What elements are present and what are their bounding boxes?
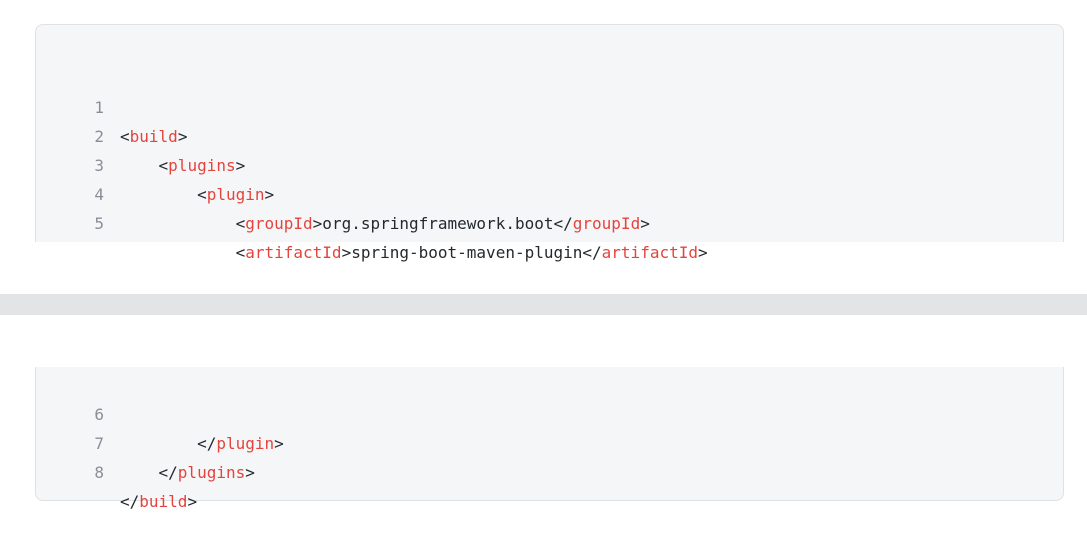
code-line: 2 <plugins> xyxy=(36,93,245,175)
code-token: </ xyxy=(120,463,178,482)
code-token: plugins xyxy=(177,463,246,482)
code-token: < xyxy=(120,127,130,146)
code-token: artifactId xyxy=(245,243,342,262)
code-token: artifactId xyxy=(601,243,698,262)
code-text: <groupId>org.springframework.boot</group… xyxy=(120,209,650,238)
code-token: > xyxy=(274,434,284,453)
code-text: <plugin> xyxy=(120,180,274,209)
line-number: 5 xyxy=(94,214,104,233)
code-token: > xyxy=(177,127,188,146)
code-token: < xyxy=(120,243,246,262)
code-token: > xyxy=(245,463,255,482)
code-token: >org.springframework.boot</ xyxy=(312,214,573,233)
code-token: < xyxy=(120,185,207,204)
code-token: groupId xyxy=(245,214,313,233)
code-line: 7 </plugins> xyxy=(36,400,255,482)
code-text: </plugins> xyxy=(120,458,255,487)
code-token: plugins xyxy=(168,156,236,175)
code-lines-bottom: 6 </plugin> 7 </plugins> 8 </build> xyxy=(36,371,283,511)
code-block-top: 1 <build> 2 <plugins> 3 <plugin> 4 <grou… xyxy=(35,24,1064,262)
code-line: 8 </build> xyxy=(36,429,197,511)
code-line: 4 <groupId>org.springframework.boot</gro… xyxy=(36,151,649,233)
code-line: 3 <plugin> xyxy=(36,122,274,204)
code-token: > xyxy=(697,243,708,262)
code-token: plugin xyxy=(216,434,275,453)
code-token: plugin xyxy=(206,185,265,204)
code-token: < xyxy=(120,214,246,233)
code-block-bottom: 6 </plugin> 7 </plugins> 8 </build> xyxy=(35,367,1064,511)
code-line: 5 <artifactId>spring-boot-maven-plugin</… xyxy=(36,180,707,262)
code-lines-top: 1 <build> 2 <plugins> 3 <plugin> 4 <grou… xyxy=(36,64,707,262)
page-break-divider xyxy=(0,294,1087,315)
code-token: < xyxy=(120,156,169,175)
code-text: <build> xyxy=(120,122,187,151)
code-token: groupId xyxy=(572,214,641,233)
code-token: </ xyxy=(120,434,217,453)
code-token: > xyxy=(235,156,246,175)
code-token: > xyxy=(187,492,198,511)
code-text: </plugin> xyxy=(120,429,284,458)
code-line: 1 <build> xyxy=(36,64,187,146)
code-line: 6 </plugin> xyxy=(36,371,283,453)
line-number: 8 xyxy=(94,463,104,482)
code-token: build xyxy=(129,127,178,146)
code-token: >spring-boot-maven-plugin</ xyxy=(341,243,602,262)
code-token: > xyxy=(640,214,650,233)
code-token: </ xyxy=(120,492,140,511)
code-text: <artifactId>spring-boot-maven-plugin</ar… xyxy=(120,238,708,267)
code-token: build xyxy=(139,492,188,511)
code-text: <plugins> xyxy=(120,151,246,180)
code-token: > xyxy=(264,185,275,204)
